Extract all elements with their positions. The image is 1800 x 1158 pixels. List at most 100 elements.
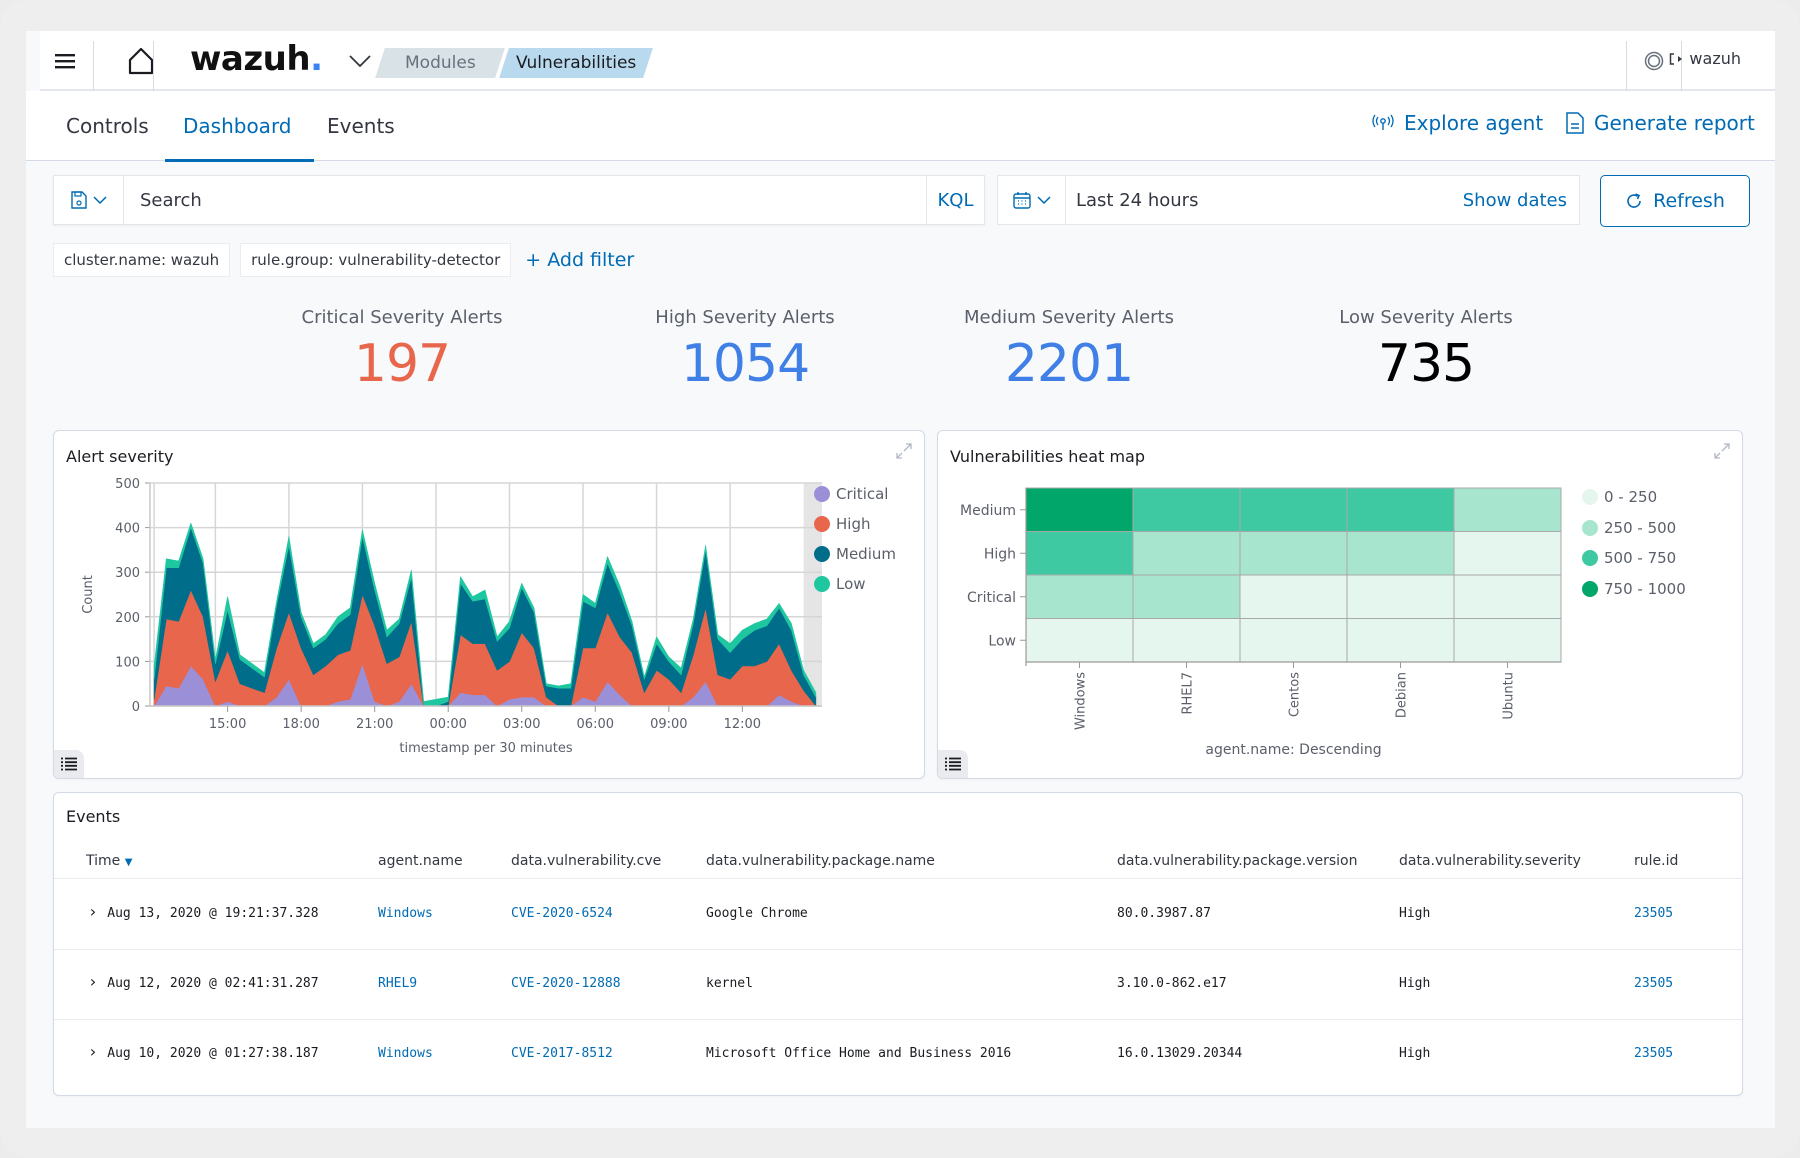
filter-pill[interactable]: cluster.name: wazuh <box>53 243 231 277</box>
generate-report-button[interactable]: Generate report <box>1566 111 1755 135</box>
table-cell[interactable]: RHEL9 <box>378 976 417 991</box>
heatmap-cell <box>1346 618 1455 663</box>
x-tick-label: Windows <box>1074 672 1089 730</box>
column-header[interactable]: agent.name <box>378 853 463 869</box>
table-cell[interactable]: Windows <box>378 1046 433 1061</box>
y-axis-label: Count <box>81 575 96 614</box>
menu-button[interactable] <box>40 31 90 91</box>
legend-label: 500 - 750 <box>1604 549 1677 567</box>
expand-icon[interactable] <box>894 441 914 461</box>
legend-item[interactable]: 750 - 1000 <box>1582 580 1686 598</box>
legend-dot <box>814 576 830 592</box>
chevron-down-icon <box>92 196 107 204</box>
x-tick-label: 00:00 <box>429 717 466 732</box>
filter-pill[interactable]: rule.group: vulnerability-detector <box>240 243 512 277</box>
legend-item-critical[interactable]: Critical <box>814 485 888 503</box>
table-row[interactable]: › Aug 10, 2020 @ 01:27:38.187 Windows CVE-… <box>54 1020 1742 1090</box>
heatmap-cell <box>1025 487 1134 532</box>
metric-medium: Medium Severity Alerts 2201 <box>909 307 1229 396</box>
legend-dot <box>1582 489 1598 505</box>
legend-item-low[interactable]: Low <box>814 575 866 593</box>
date-picker: Last 24 hours Show dates <box>997 175 1580 225</box>
column-header[interactable]: data.vulnerability.package.name <box>706 853 935 869</box>
table-cell[interactable]: 23505 <box>1634 1046 1673 1061</box>
explore-agent-button[interactable]: Explore agent <box>1372 111 1543 135</box>
logout-icon <box>1670 52 1683 65</box>
expand-icon[interactable] <box>1712 441 1732 461</box>
toggle-legend-button[interactable] <box>938 750 968 778</box>
legend-item-high[interactable]: High <box>814 515 870 533</box>
vulnerabilities-heatmap: Medium High Critical Low Windows RHEL7 Centos D… <box>960 487 1562 758</box>
saved-queries-button[interactable] <box>54 176 124 224</box>
metric-critical: Critical Severity Alerts 197 <box>242 307 562 396</box>
x-tick-label: 21:00 <box>356 717 393 732</box>
column-header[interactable]: rule.id <box>1634 853 1678 869</box>
legend-item[interactable]: 500 - 750 <box>1582 549 1676 567</box>
legend-item[interactable]: 0 - 250 <box>1582 488 1657 506</box>
column-header[interactable]: data.vulnerability.cve <box>511 853 661 869</box>
heatmap-cell <box>1132 574 1241 619</box>
y-tick-label: Medium <box>960 503 1016 519</box>
kql-toggle[interactable]: KQL <box>926 176 984 224</box>
x-tick-label: Debian <box>1395 672 1410 718</box>
table-row[interactable]: › Aug 12, 2020 @ 02:41:31.287 RHEL9 CVE-20… <box>54 950 1742 1020</box>
table-cell[interactable]: 23505 <box>1634 906 1673 921</box>
legend-dot <box>814 546 830 562</box>
metric-value: 2201 <box>1004 334 1134 394</box>
show-dates-link[interactable]: Show dates <box>1463 176 1567 224</box>
table-cell[interactable]: CVE-2020-6524 <box>511 906 613 921</box>
heatmap-cell <box>1346 574 1455 619</box>
column-header[interactable]: data.vulnerability.severity <box>1399 853 1581 869</box>
heatmap-cell <box>1453 574 1562 619</box>
events-panel: Events Time ▼ agent.name data.vulnerabil… <box>53 792 1743 1096</box>
breadcrumb-vulnerabilities[interactable]: Vulnerabilities <box>499 48 653 78</box>
search-input[interactable]: Search <box>140 176 202 224</box>
x-tick-label: 18:00 <box>282 717 319 732</box>
wazuh-logo[interactable]: wazuh. <box>190 39 323 79</box>
quick-select-button[interactable] <box>998 176 1066 224</box>
alert-severity-panel: Alert severity 0 100 200 300 400 500 15:00 18:0… <box>53 430 925 779</box>
expand-row-icon[interactable]: › <box>88 1042 107 1061</box>
column-header-time[interactable]: Time ▼ <box>86 853 132 869</box>
metric-value: 197 <box>353 334 451 394</box>
legend-label: 750 - 1000 <box>1604 579 1686 598</box>
x-tick-label: Ubuntu <box>1502 672 1517 720</box>
tab-dashboard[interactable]: Dashboard <box>165 91 313 162</box>
table-cell[interactable]: Windows <box>378 906 433 921</box>
table-cell: Google Chrome <box>706 906 808 921</box>
breadcrumb-modules[interactable]: Modules <box>375 48 505 78</box>
legend-label: Low <box>836 575 866 593</box>
table-cell[interactable]: CVE-2017-8512 <box>511 1046 613 1061</box>
expand-row-icon[interactable]: › <box>88 902 107 921</box>
metric-low: Low Severity Alerts 735 <box>1266 307 1586 396</box>
table-row[interactable]: › Aug 13, 2020 @ 19:21:37.328 Windows CVE-… <box>54 880 1742 950</box>
time-range-value[interactable]: Last 24 hours <box>1076 176 1198 224</box>
home-button[interactable] <box>96 31 186 91</box>
metric-label: High Severity Alerts <box>655 307 835 328</box>
breadcrumb-label: Modules <box>404 53 476 73</box>
ring-icon <box>1644 51 1664 71</box>
add-filter-button[interactable]: + Add filter <box>525 249 634 271</box>
toggle-legend-button[interactable] <box>54 750 84 778</box>
nav-divider <box>1626 41 1627 91</box>
time-value: Aug 12, 2020 @ 02:41:31.287 <box>107 976 319 991</box>
expand-row-icon[interactable]: › <box>88 972 107 991</box>
table-cell[interactable]: CVE-2020-12888 <box>511 976 621 991</box>
legend-item-medium[interactable]: Medium <box>814 545 896 563</box>
x-tick-label: 09:00 <box>650 717 687 732</box>
tab-controls[interactable]: Controls <box>66 91 149 161</box>
heatmap-cell <box>1453 531 1562 576</box>
x-tick-label: 12:00 <box>724 717 761 732</box>
brand-menu-button[interactable] <box>340 31 380 91</box>
user-menu[interactable]: wazuh <box>1669 49 1741 68</box>
heatmap-cell <box>1239 618 1348 663</box>
table-cell[interactable]: 23505 <box>1634 976 1673 991</box>
heatmap-cell <box>1239 531 1348 576</box>
cell-time: › Aug 12, 2020 @ 02:41:31.287 <box>88 972 319 991</box>
refresh-button[interactable]: Refresh <box>1600 175 1750 227</box>
legend-item[interactable]: 250 - 500 <box>1582 519 1676 537</box>
heatmap-cell <box>1132 618 1241 663</box>
x-tick-label: Centos <box>1288 672 1303 717</box>
column-header[interactable]: data.vulnerability.package.version <box>1117 853 1357 869</box>
tab-events[interactable]: Events <box>327 91 395 161</box>
